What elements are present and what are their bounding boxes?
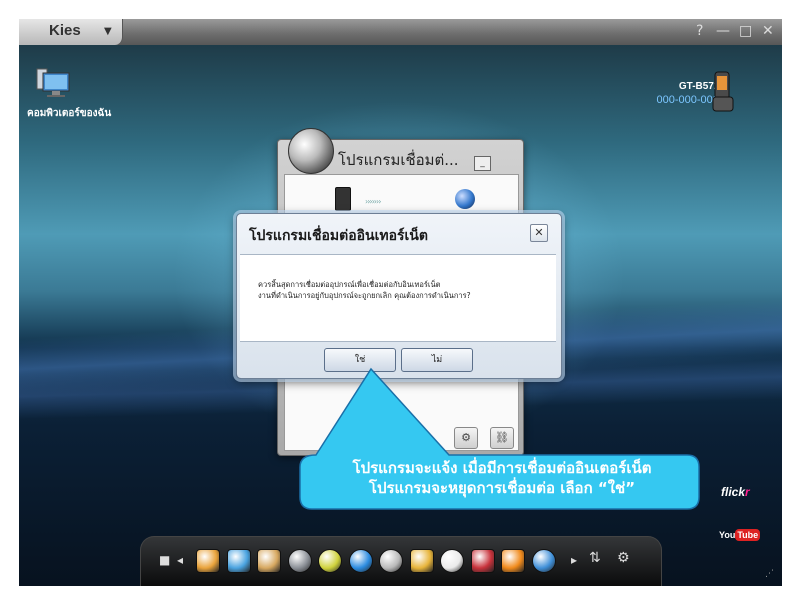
settings-small-button[interactable]: ⚙ (454, 427, 478, 449)
callout-line: โปรแกรมจะหยุดการเชื่อมต่อ เลือก “ใช่” (368, 479, 636, 497)
gear-icon[interactable]: ⚙ (617, 550, 630, 566)
dialog-close-button[interactable]: ✕ (530, 224, 548, 242)
back-dialog-title: โปรแกรมเชื่อมต่... (338, 151, 459, 169)
youtube-logo-text: You (719, 530, 736, 540)
yes-button[interactable]: ใช่ (324, 348, 396, 372)
minimize-icon[interactable]: — (716, 23, 730, 39)
scroll-right-icon[interactable]: ▸ (571, 553, 577, 567)
notes-icon[interactable] (196, 549, 220, 573)
dialog-title: โปรแกรมเชื่อมต่ออินเทอร์เน็ต (249, 228, 428, 244)
sync-icon[interactable]: ⇅ (589, 550, 601, 566)
back-window-controls: _✕ (474, 150, 508, 192)
app-menu-button[interactable]: Kies ▼ (19, 19, 123, 45)
internet-connection-dialog: โปรแกรมเชื่อมต่ออินเทอร์เน็ต ✕ ควรสิ้นสุ… (236, 213, 562, 379)
flickr-logo[interactable]: flickr (721, 485, 750, 499)
store-icon[interactable] (470, 549, 495, 573)
picture-icon[interactable] (409, 549, 434, 573)
phone-icon (712, 71, 734, 112)
device-number: 000-000-0000 (656, 94, 725, 106)
media-player-icon[interactable] (348, 549, 373, 573)
youtube-logo-text: Tube (735, 529, 761, 541)
my-computer-label: คอมพิวเตอร์ของฉัน (27, 108, 112, 119)
close-icon[interactable]: ✕ (762, 23, 774, 39)
gear-icon: ⚙ (461, 431, 471, 444)
callout-text: โปรแกรมจะแจ้ง เมื่อมีการเชื่อมต่ออินเตอร… (302, 458, 702, 498)
youtube-logo[interactable]: You Tube (719, 529, 761, 541)
app-name: Kies (49, 22, 81, 39)
phone-icon (335, 187, 351, 211)
device-model: GT-B5722 (678, 81, 725, 92)
app-dock: ■ ◂ ▸ ⇅ ⚙ (140, 536, 662, 586)
globe-icon (455, 189, 475, 209)
maximize-icon[interactable]: □ (739, 23, 752, 39)
app-ball-icon[interactable] (318, 549, 342, 573)
dialog-message: ควรสิ้นสุดการเชื่อมต่ออุปกรณ์เพื่อเชื่อม… (258, 279, 548, 301)
help-icon[interactable]: ? (696, 23, 703, 39)
photo-gallery-icon[interactable] (226, 549, 251, 573)
dialog-message-line: ควรสิ้นสุดการเชื่อมต่ออุปกรณ์เพื่อเชื่อม… (258, 280, 441, 289)
globe-icon[interactable] (531, 549, 556, 573)
dialog-message-line: งานที่ดำเนินการอยู่กับอุปกรณ์จะถูกยกเลิก… (258, 291, 471, 300)
computer-icon (36, 68, 70, 97)
scroll-left-icon[interactable]: ◂ (177, 553, 183, 567)
connection-arrows: ››››››› (365, 197, 381, 206)
chevron-down-icon: ▼ (104, 26, 112, 37)
photo-edit-icon[interactable] (257, 549, 281, 573)
resize-grip-icon[interactable]: ⋰ (765, 569, 774, 579)
title-bar: Kies ▼ ? — □ ✕ (19, 19, 782, 45)
globe-icon (288, 128, 334, 174)
vlc-cone-icon[interactable] (501, 549, 525, 573)
dialog-body: ควรสิ้นสุดการเชื่อมต่ออุปกรณ์เพื่อเชื่อม… (240, 254, 556, 342)
stop-icon[interactable]: ■ (159, 553, 170, 567)
callout-line: โปรแกรมจะแจ้ง เมื่อมีการเชื่อมต่ออินเตอร… (352, 459, 652, 477)
flickr-logo-text: flick (721, 485, 746, 499)
disc-icon[interactable] (440, 549, 464, 573)
film-icon[interactable] (379, 549, 403, 573)
disconnect-button[interactable]: ⛓ (490, 427, 514, 449)
flickr-logo-text: r (745, 485, 750, 499)
minimize-button[interactable]: _ (474, 156, 491, 171)
link-icon: ⛓ (495, 431, 509, 444)
kies-main-window: Kies ▼ ? — □ ✕ คอมพิวเตอร์ของฉัน GT-B572… (19, 19, 782, 586)
no-button[interactable]: ไม่ (401, 348, 473, 372)
video-reel-icon[interactable] (287, 549, 312, 573)
